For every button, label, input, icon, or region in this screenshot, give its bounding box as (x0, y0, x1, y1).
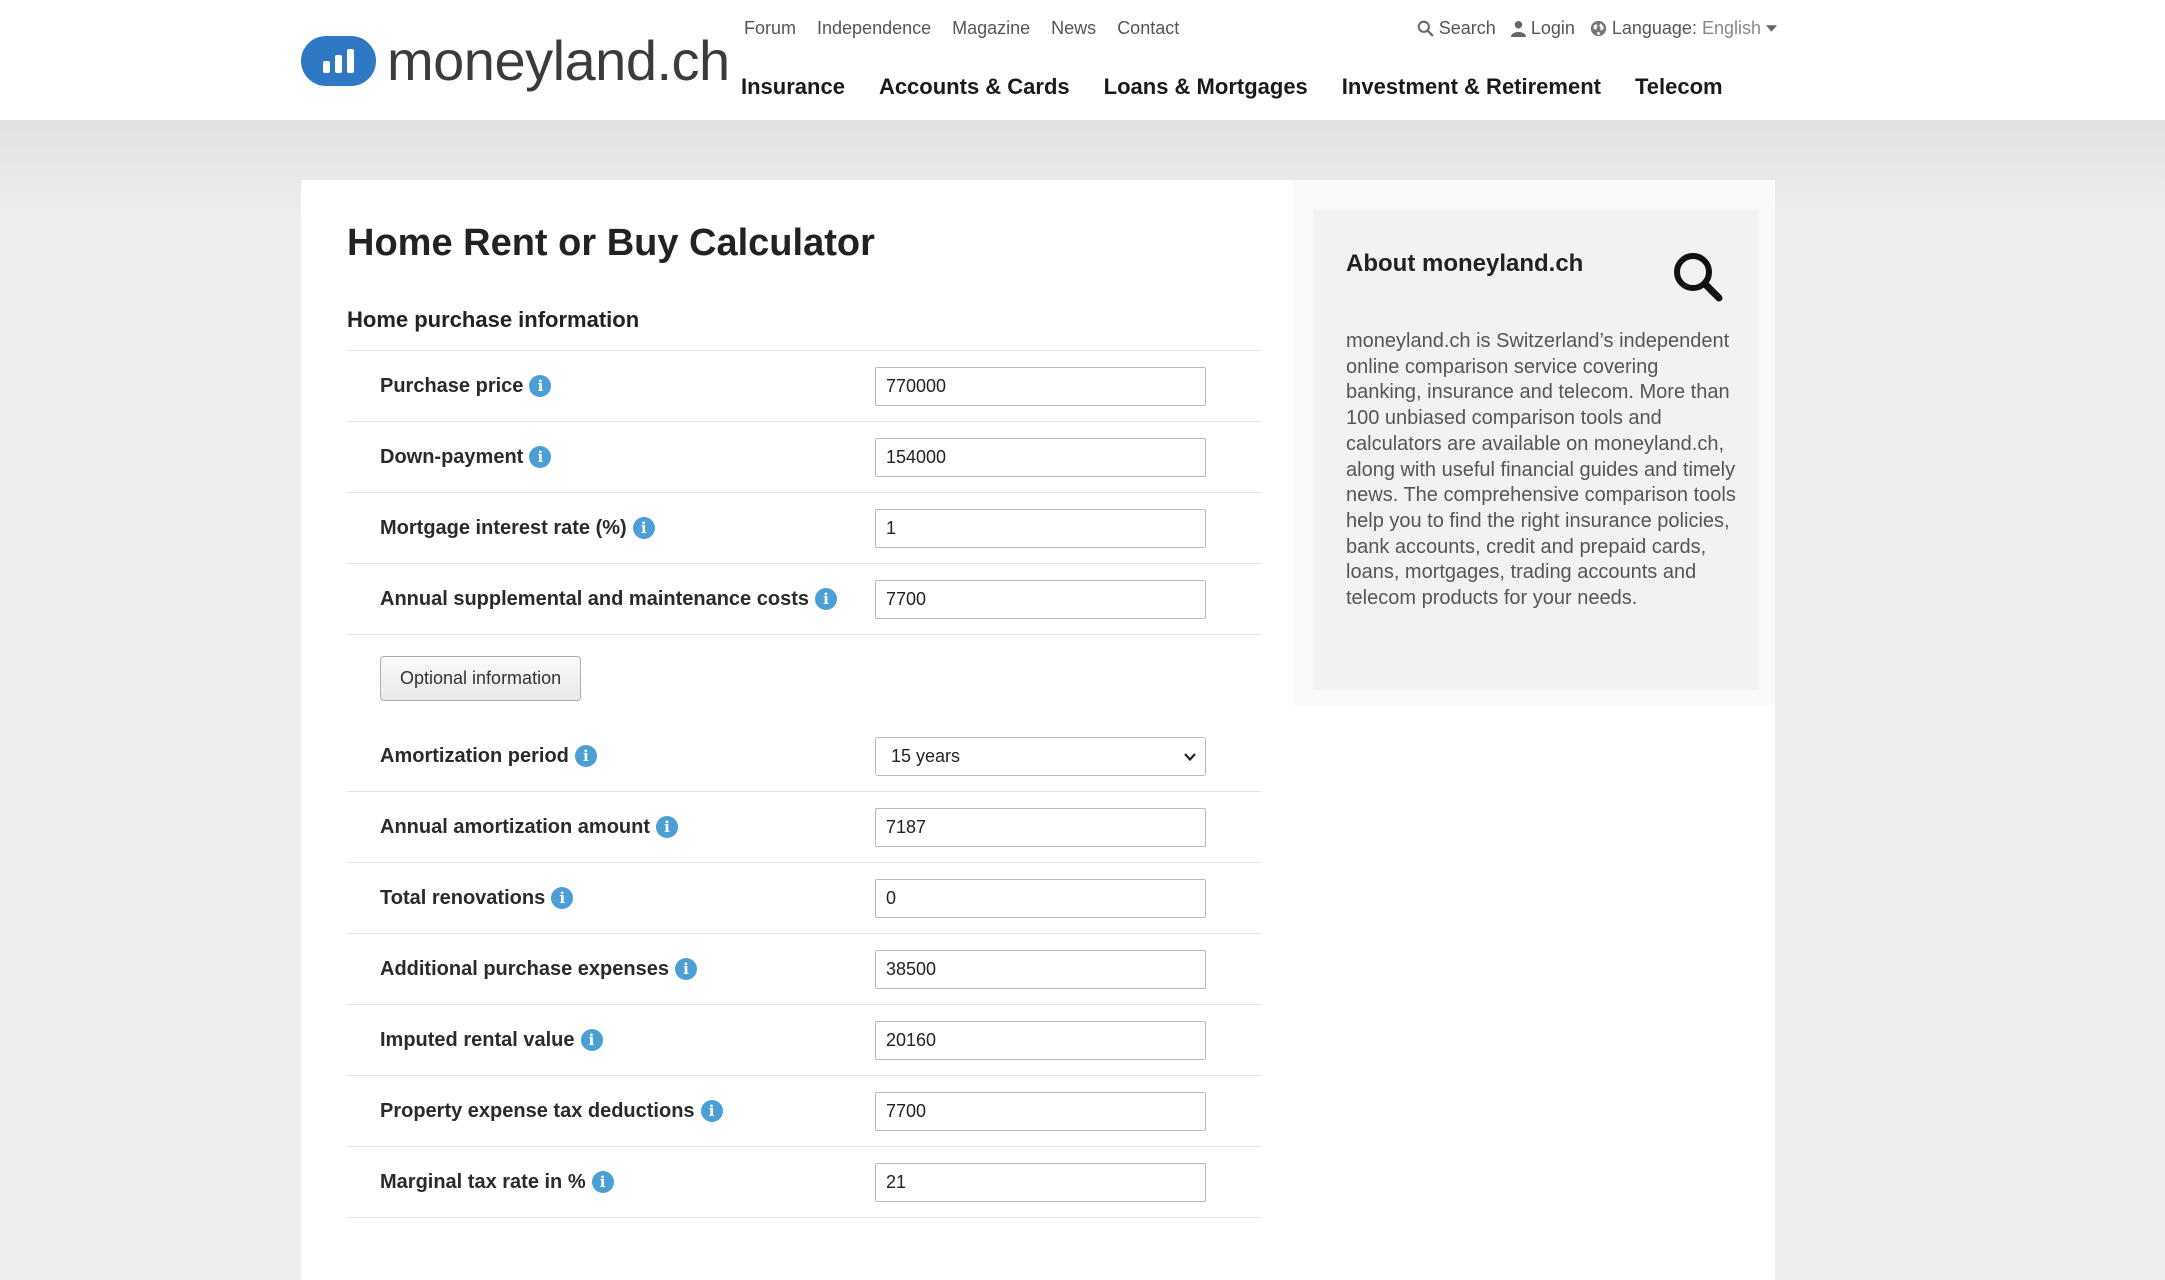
form-row-marginal-tax: Marginal tax rate in % i (347, 1147, 1261, 1218)
utility-nav: Search Login Language: English (1417, 18, 1777, 39)
field-label: Total renovations i (380, 886, 574, 910)
info-icon[interactable]: i (700, 1100, 723, 1122)
annual-amortization-input[interactable] (875, 807, 1206, 847)
total-renovations-input[interactable] (875, 878, 1206, 918)
field-label-text: Total renovations (380, 886, 546, 909)
form-row-amortization-period: Amortization period i 15 years (347, 721, 1261, 792)
form-row-imputed-rental: Imputed rental value i (347, 1005, 1261, 1076)
field-label: Additional purchase expenses i (380, 958, 697, 981)
page-title: Home Rent or Buy Calculator (347, 222, 875, 264)
field-label-text: Mortgage interest rate (%) (380, 516, 627, 539)
field-label-text: Additional purchase expenses (380, 957, 669, 980)
calculator-form: Purchase price i Down-payment i Mortgage… (347, 350, 1261, 1218)
maintenance-costs-input[interactable] (875, 579, 1206, 619)
field-label-text: Imputed rental value (380, 1028, 575, 1051)
form-row-additional-expenses: Additional purchase expenses i (347, 934, 1261, 1005)
top-nav: Forum Independence Magazine News Contact (744, 18, 1179, 39)
language-label: Language: (1611, 18, 1697, 38)
search-link[interactable]: Search (1417, 18, 1496, 39)
sidebar: About moneyland.ch moneyland.ch is Switz… (1293, 180, 1775, 705)
info-icon[interactable]: i (814, 588, 837, 610)
optional-information-button[interactable]: Optional information (380, 655, 582, 701)
info-icon[interactable]: i (591, 1171, 614, 1193)
field-label: Property expense tax deductions i (380, 1100, 723, 1123)
main-nav-insurance[interactable]: Insurance (741, 74, 845, 100)
top-nav-forum[interactable]: Forum (744, 18, 796, 39)
main-nav-accounts-cards[interactable]: Accounts & Cards (879, 74, 1070, 100)
about-title: About moneyland.ch (1346, 250, 1584, 277)
about-text: moneyland.ch is Switzerland’s independen… (1346, 330, 1736, 610)
field-label-text: Property expense tax deductions (380, 1099, 695, 1122)
user-icon (1510, 21, 1526, 37)
info-icon[interactable]: i (580, 1029, 603, 1051)
marginal-tax-input[interactable] (875, 1162, 1206, 1202)
login-link[interactable]: Login (1510, 18, 1575, 39)
field-label-text: Purchase price (380, 374, 524, 397)
main-nav-loans-mortgages[interactable]: Loans & Mortgages (1104, 74, 1308, 100)
caret-down-icon (1766, 25, 1777, 32)
field-label: Purchase price i (380, 374, 552, 398)
search-icon (1417, 20, 1434, 37)
interest-rate-input[interactable] (875, 508, 1206, 548)
language-selector[interactable]: Language: English (1590, 18, 1777, 39)
amortization-period-value: 15 years (891, 745, 961, 766)
form-row-down-payment: Down-payment i (347, 422, 1261, 493)
field-label-text: Annual supplemental and maintenance cost… (380, 587, 809, 610)
main-nav-investment-retirement[interactable]: Investment & Retirement (1342, 74, 1601, 100)
top-nav-independence[interactable]: Independence (817, 18, 931, 39)
logo-chart-icon (301, 36, 376, 86)
field-label: Annual amortization amount i (380, 816, 678, 839)
form-row-interest-rate: Mortgage interest rate (%) i (347, 493, 1261, 564)
info-icon[interactable]: i (529, 446, 552, 468)
top-nav-contact[interactable]: Contact (1117, 18, 1179, 39)
field-label-text: Amortization period (380, 744, 569, 767)
field-label-text: Down-payment (380, 445, 524, 468)
top-nav-magazine[interactable]: Magazine (952, 18, 1030, 39)
info-icon[interactable]: i (674, 958, 697, 980)
section-title: Home purchase information (347, 307, 640, 332)
search-link-label: Search (1438, 18, 1496, 38)
form-row-purchase-price: Purchase price i (347, 351, 1261, 422)
field-label: Annual supplemental and maintenance cost… (380, 588, 837, 611)
form-row-maintenance-costs: Annual supplemental and maintenance cost… (347, 564, 1261, 635)
info-icon[interactable]: i (551, 887, 574, 909)
additional-expenses-input[interactable] (875, 949, 1206, 989)
info-icon[interactable]: i (574, 745, 597, 767)
form-row-total-renovations: Total renovations i (347, 863, 1261, 934)
site-header: moneyland.ch Forum Independence Magazine… (0, 0, 2165, 121)
globe-icon (1590, 20, 1607, 37)
imputed-rental-input[interactable] (875, 1020, 1206, 1060)
info-icon[interactable]: i (656, 816, 678, 838)
down-payment-input[interactable] (875, 437, 1206, 477)
form-row-optional-toggle: Optional information (347, 635, 1261, 721)
search-icon[interactable] (1671, 250, 1725, 304)
logo-text: moneyland.ch (387, 29, 730, 92)
tax-deductions-input[interactable] (875, 1091, 1206, 1131)
field-label-text: Marginal tax rate in % (380, 1170, 586, 1193)
site-logo[interactable]: moneyland.ch (301, 30, 730, 92)
purchase-price-input[interactable] (875, 366, 1206, 406)
top-nav-news[interactable]: News (1051, 18, 1096, 39)
main-nav-telecom[interactable]: Telecom (1635, 74, 1723, 100)
info-icon[interactable]: i (632, 517, 655, 539)
form-row-annual-amortization: Annual amortization amount i (347, 792, 1261, 863)
language-value: English (1701, 18, 1761, 38)
amortization-period-select[interactable]: 15 years (875, 736, 1206, 776)
login-link-label: Login (1530, 18, 1575, 38)
about-box: About moneyland.ch moneyland.ch is Switz… (1313, 210, 1759, 690)
field-label: Imputed rental value i (380, 1029, 603, 1052)
field-label: Amortization period i (380, 745, 597, 768)
main-nav: Insurance Accounts & Cards Loans & Mortg… (741, 74, 1723, 100)
field-label: Marginal tax rate in % i (380, 1171, 614, 1194)
field-label-text: Annual amortization amount (380, 815, 650, 838)
chevron-down-icon (1184, 752, 1196, 761)
field-label: Mortgage interest rate (%) i (380, 517, 655, 540)
form-row-tax-deductions: Property expense tax deductions i (347, 1076, 1261, 1147)
info-icon[interactable]: i (529, 375, 552, 397)
field-label: Down-payment i (380, 445, 552, 469)
